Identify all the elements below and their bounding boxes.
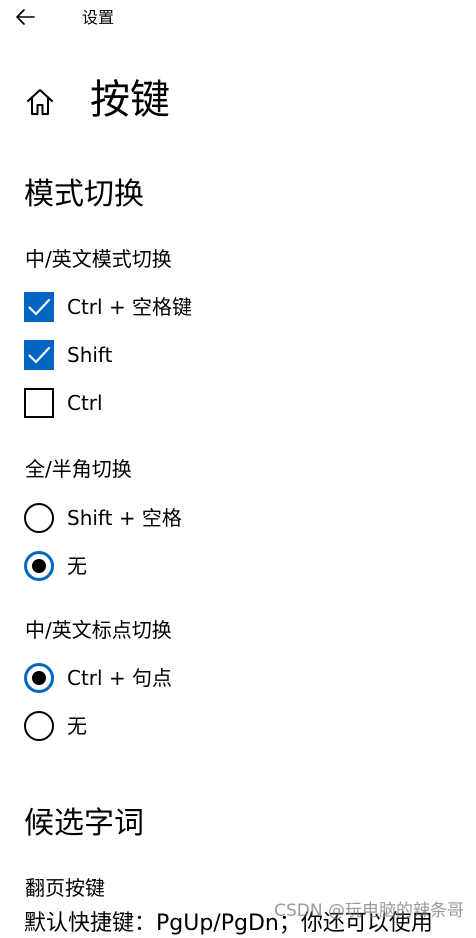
checkbox-box[interactable] (24, 340, 54, 370)
radio-button[interactable] (24, 503, 54, 533)
back-arrow-icon (16, 9, 35, 25)
window-title: 设置 (82, 8, 115, 27)
paging-keys-label: 翻页按键 (25, 876, 105, 900)
home-icon[interactable] (24, 86, 56, 118)
radio-label: 无 (67, 554, 87, 578)
checkbox-box[interactable] (24, 292, 54, 322)
radio-label: 无 (67, 714, 87, 738)
checkbox-label: Ctrl (67, 391, 103, 415)
radio-ctrl-period[interactable]: Ctrl + 句点 (24, 662, 172, 694)
checkmark-icon (28, 346, 51, 364)
watermark: CSDN @玩电脑的辣条哥 (274, 901, 464, 921)
radio-dot (32, 671, 46, 685)
punctuation-toggle-label: 中/英文标点切换 (25, 618, 172, 642)
checkbox-box[interactable] (24, 388, 54, 418)
radio-none-punctuation[interactable]: 无 (24, 710, 87, 742)
cn-en-toggle-label: 中/英文模式切换 (25, 247, 172, 271)
radio-label: Ctrl + 句点 (67, 666, 173, 690)
radio-button[interactable] (24, 711, 54, 741)
checkbox-shift[interactable]: Shift (24, 339, 112, 371)
checkbox-ctrl[interactable]: Ctrl (24, 387, 103, 419)
radio-button[interactable] (24, 663, 54, 693)
checkmark-icon (28, 298, 51, 316)
section-title-mode-switch: 模式切换 (24, 177, 144, 212)
checkbox-label: Ctrl + 空格键 (67, 295, 193, 319)
section-title-candidates: 候选字词 (24, 806, 144, 841)
radio-label: Shift + 空格 (67, 506, 182, 530)
radio-shift-space[interactable]: Shift + 空格 (24, 502, 182, 534)
back-button[interactable] (12, 6, 38, 28)
checkbox-label: Shift (67, 343, 113, 367)
radio-dot (32, 559, 46, 573)
checkbox-ctrl-space[interactable]: Ctrl + 空格键 (24, 291, 192, 323)
radio-none-full-half[interactable]: 无 (24, 550, 87, 582)
radio-button[interactable] (24, 551, 54, 581)
full-half-width-label: 全/半角切换 (25, 457, 132, 481)
page-title: 按键 (90, 77, 170, 123)
